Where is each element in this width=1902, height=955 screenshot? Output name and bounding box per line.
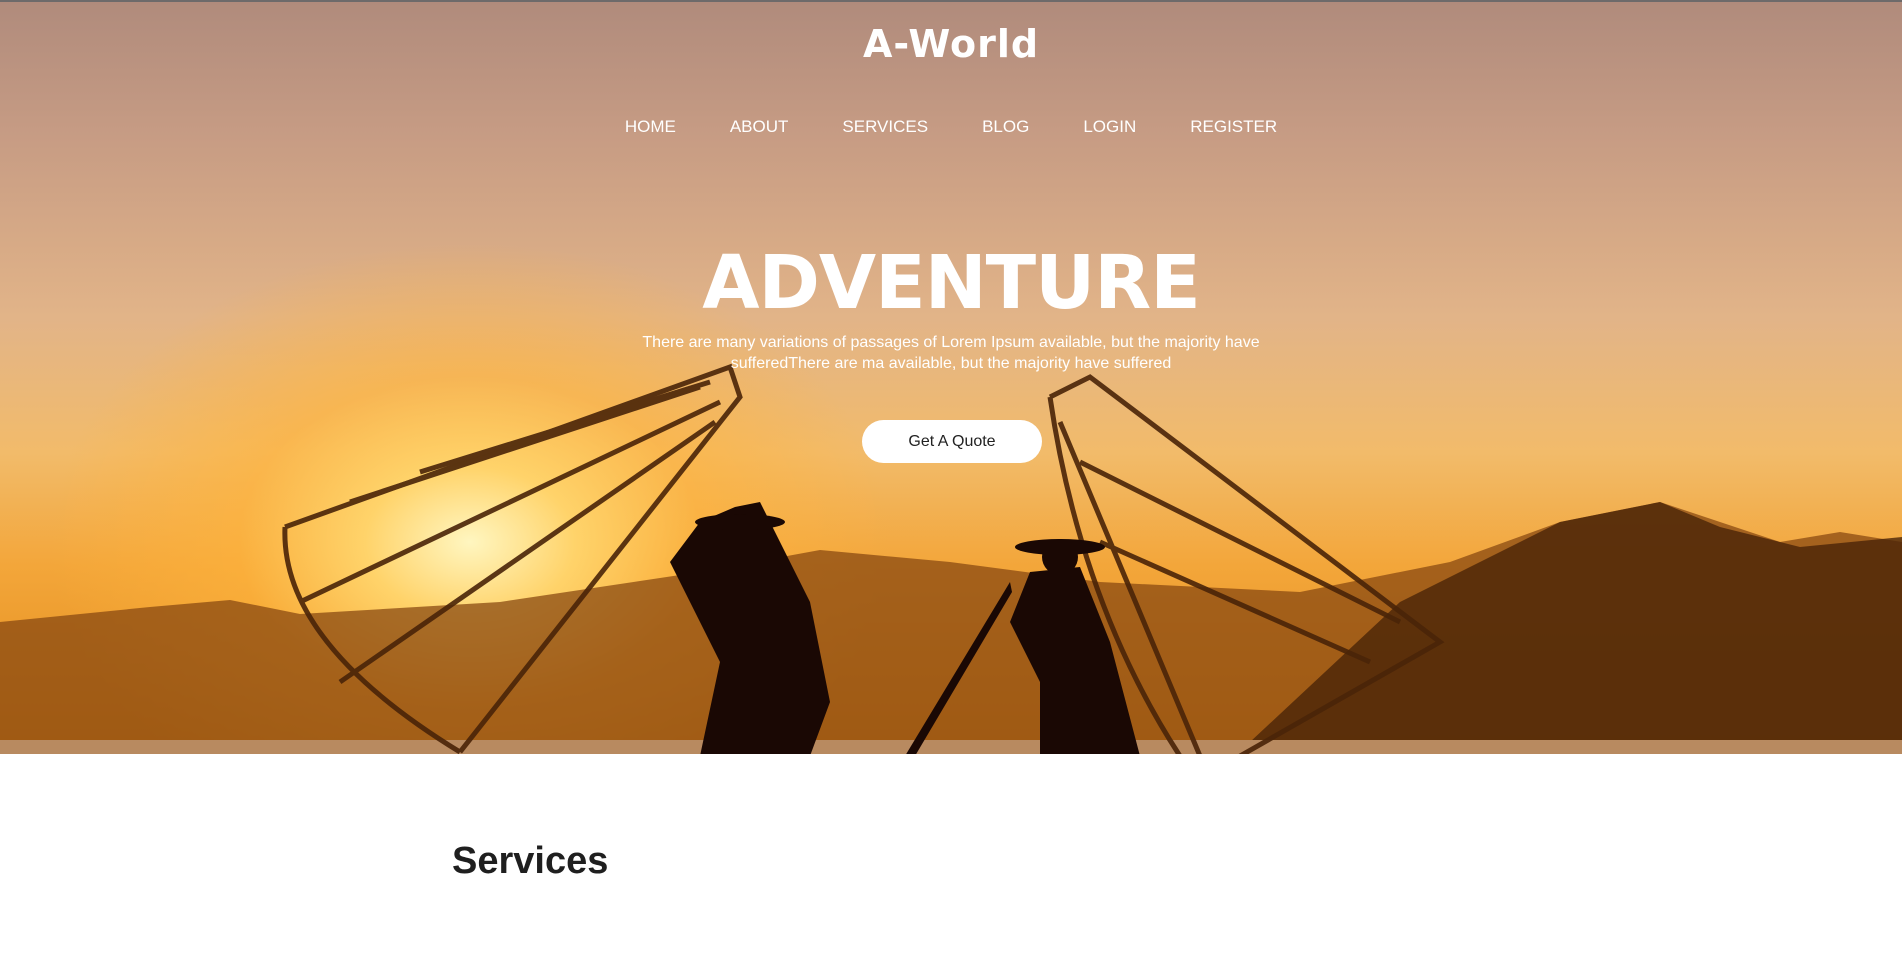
- main-nav: HOME ABOUT SERVICES BLOG LOGIN REGISTER: [0, 117, 1902, 137]
- nav-blog[interactable]: BLOG: [982, 117, 1029, 137]
- hero-background-image: [0, 363, 1902, 754]
- nav-register[interactable]: REGISTER: [1190, 117, 1277, 137]
- get-a-quote-button[interactable]: Get A Quote: [862, 420, 1042, 463]
- nav-services[interactable]: SERVICES: [842, 117, 928, 137]
- site-logo[interactable]: A-World: [0, 22, 1902, 66]
- nav-about[interactable]: ABOUT: [730, 117, 789, 137]
- nav-login[interactable]: LOGIN: [1083, 117, 1136, 137]
- nav-home[interactable]: HOME: [625, 117, 676, 137]
- services-heading: Services: [452, 840, 609, 882]
- hero-title: ADVENTURE: [702, 240, 1201, 326]
- hero-banner: A-World HOME ABOUT SERVICES BLOG LOGIN R…: [0, 0, 1902, 754]
- hero-description: There are many variations of passages of…: [642, 334, 1260, 372]
